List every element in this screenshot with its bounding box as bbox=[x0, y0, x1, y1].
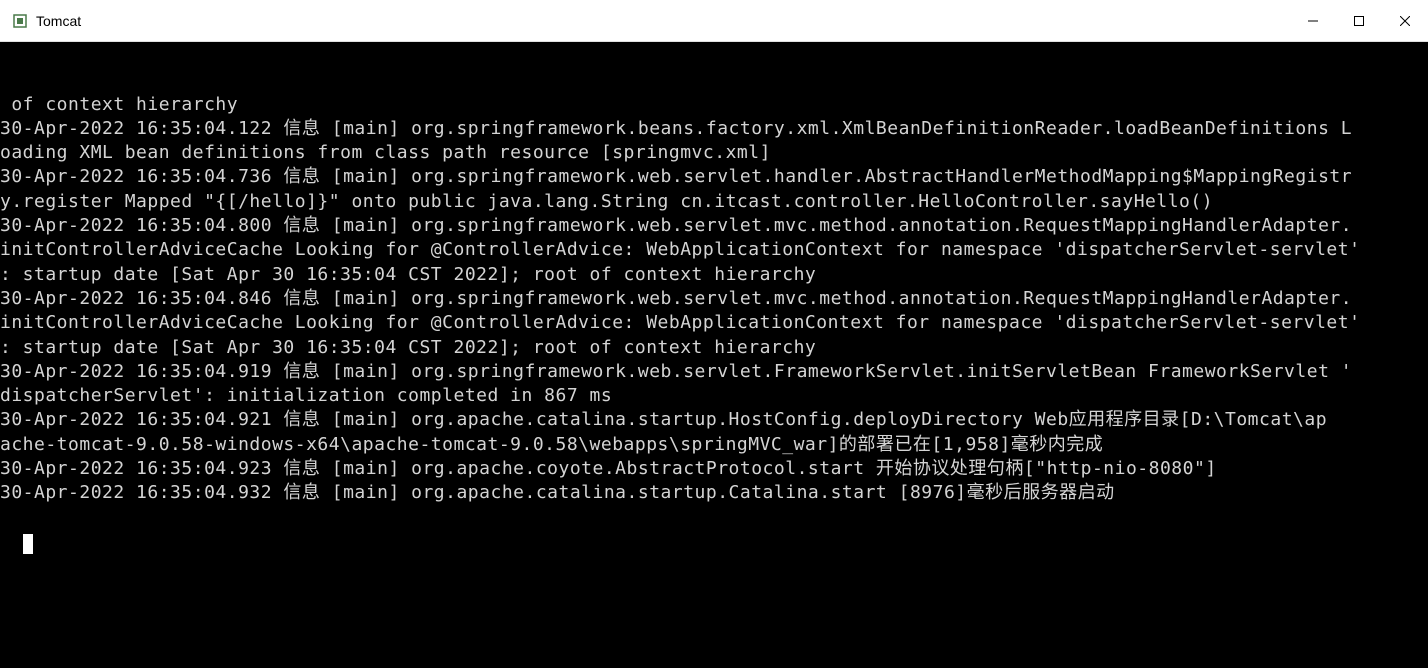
console-line: 30-Apr-2022 16:35:04.846 信息 [main] org.s… bbox=[0, 287, 1428, 311]
titlebar-left: Tomcat bbox=[12, 13, 81, 29]
console-line: : startup date [Sat Apr 30 16:35:04 CST … bbox=[0, 263, 1428, 287]
console-output[interactable]: of context hierarchy30-Apr-2022 16:35:04… bbox=[0, 42, 1428, 668]
app-icon bbox=[12, 13, 28, 29]
maximize-button[interactable] bbox=[1336, 0, 1382, 42]
console-line: 30-Apr-2022 16:35:04.921 信息 [main] org.a… bbox=[0, 408, 1428, 432]
console-line: 30-Apr-2022 16:35:04.800 信息 [main] org.s… bbox=[0, 214, 1428, 238]
console-line: 30-Apr-2022 16:35:04.122 信息 [main] org.s… bbox=[0, 117, 1428, 141]
minimize-button[interactable] bbox=[1290, 0, 1336, 42]
console-line: oading XML bean definitions from class p… bbox=[0, 141, 1428, 165]
window-title: Tomcat bbox=[36, 13, 81, 29]
console-line: initControllerAdviceCache Looking for @C… bbox=[0, 238, 1428, 262]
cursor bbox=[23, 534, 33, 554]
console-line: 30-Apr-2022 16:35:04.932 信息 [main] org.a… bbox=[0, 481, 1428, 505]
window-titlebar: Tomcat bbox=[0, 0, 1428, 42]
console-line: y.register Mapped "{[/hello]}" onto publ… bbox=[0, 190, 1428, 214]
console-line: dispatcherServlet': initialization compl… bbox=[0, 384, 1428, 408]
console-line: 30-Apr-2022 16:35:04.923 信息 [main] org.a… bbox=[0, 457, 1428, 481]
console-line: of context hierarchy bbox=[0, 93, 1428, 117]
console-line: 30-Apr-2022 16:35:04.919 信息 [main] org.s… bbox=[0, 360, 1428, 384]
console-line: : startup date [Sat Apr 30 16:35:04 CST … bbox=[0, 336, 1428, 360]
close-button[interactable] bbox=[1382, 0, 1428, 42]
console-line: ache-tomcat-9.0.58-windows-x64\apache-to… bbox=[0, 433, 1428, 457]
window-controls bbox=[1290, 0, 1428, 41]
console-line: initControllerAdviceCache Looking for @C… bbox=[0, 311, 1428, 335]
console-line: 30-Apr-2022 16:35:04.736 信息 [main] org.s… bbox=[0, 165, 1428, 189]
